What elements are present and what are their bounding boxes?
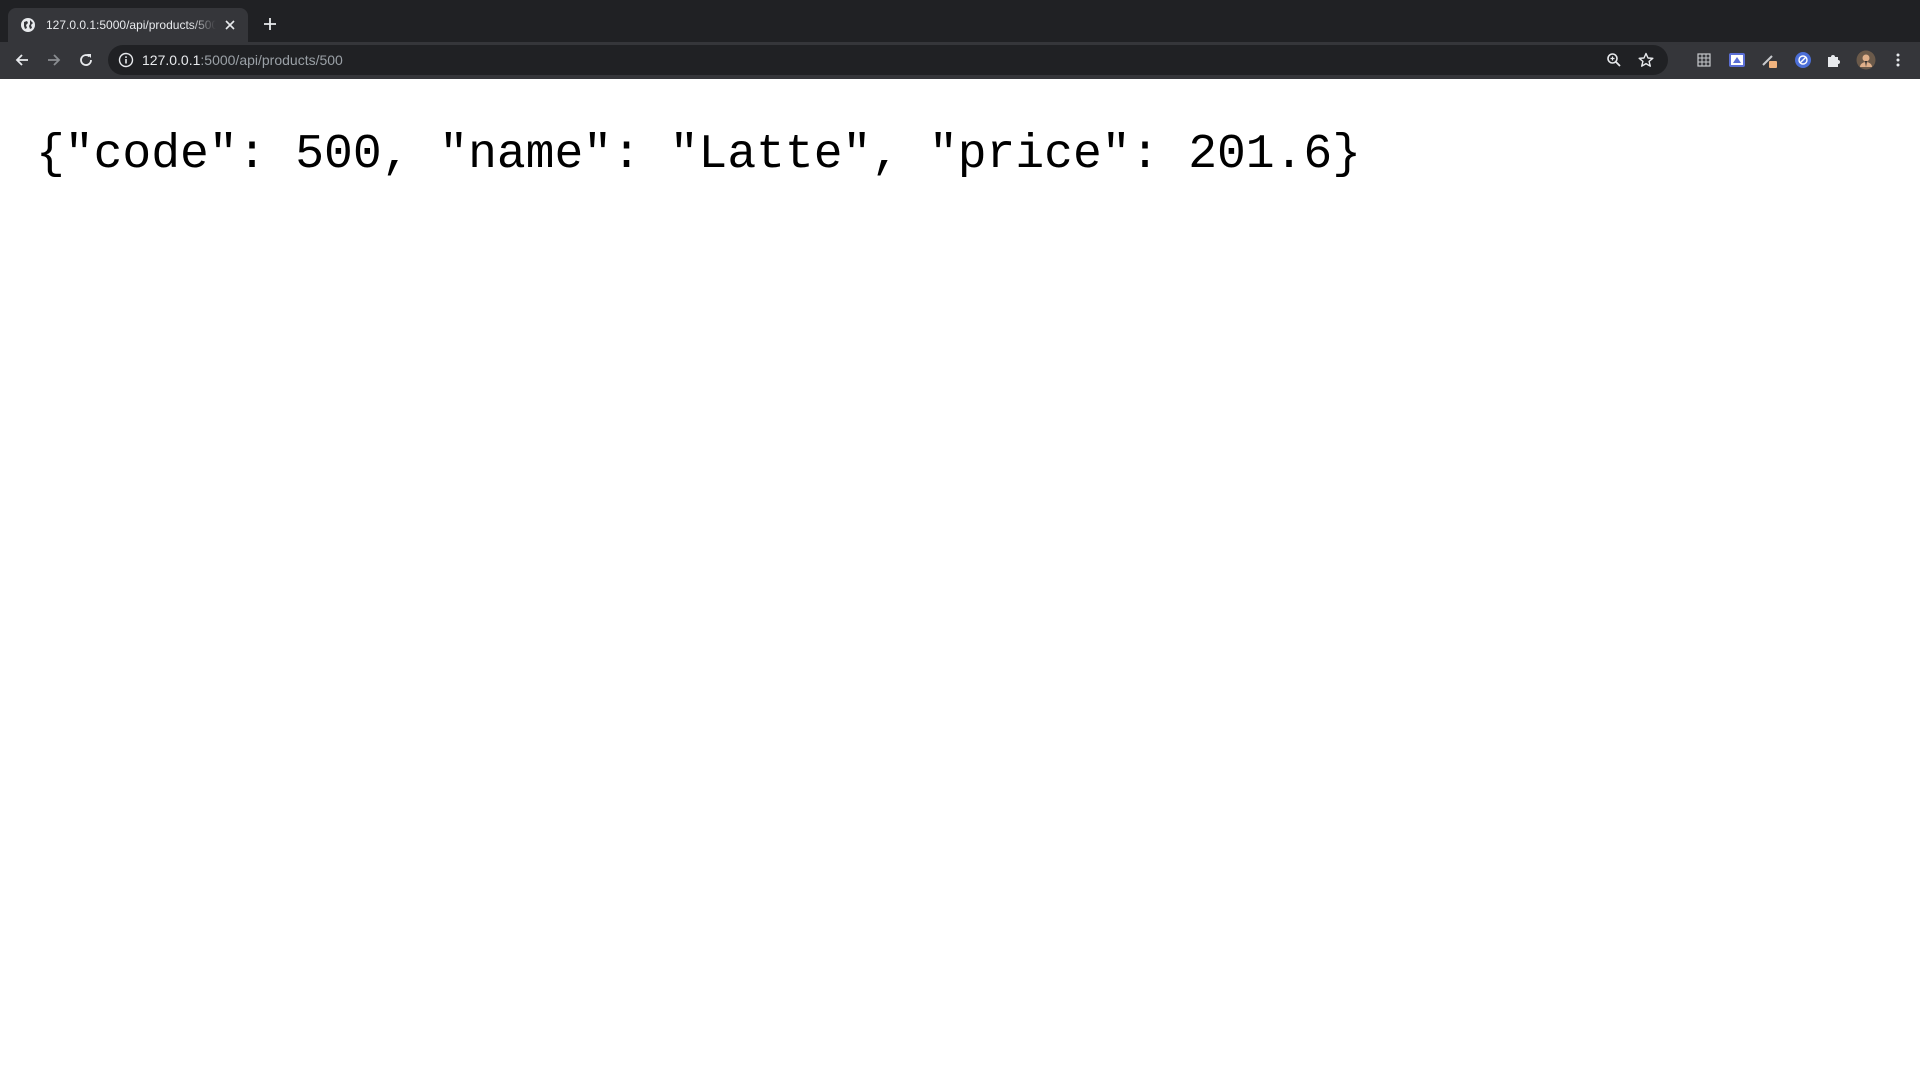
new-tab-button[interactable] xyxy=(258,12,282,36)
tab-strip: 127.0.0.1:5000/api/products/500 xyxy=(0,0,1920,42)
active-tab[interactable]: 127.0.0.1:5000/api/products/500 xyxy=(8,8,248,42)
pencil-icon[interactable] xyxy=(1758,48,1782,72)
puzzle-icon[interactable] xyxy=(1822,48,1846,72)
star-icon[interactable] xyxy=(1634,48,1658,72)
reload-icon xyxy=(80,54,92,66)
kebab-menu-icon[interactable] xyxy=(1886,48,1910,72)
screen-capture-icon[interactable] xyxy=(1725,48,1749,72)
url-path: :5000/api/products/500 xyxy=(200,52,343,68)
tab-title: 127.0.0.1:5000/api/products/500 xyxy=(46,18,216,32)
info-icon[interactable] xyxy=(118,52,134,68)
forward-arrow-icon xyxy=(48,54,61,66)
address-bar[interactable]: 127.0.0.1:5000/api/products/500 xyxy=(108,45,1668,75)
back-arrow-icon xyxy=(15,54,28,66)
page-content: {"code": 500, "name": "Latte", "price": … xyxy=(0,79,1920,1080)
close-icon[interactable] xyxy=(220,15,240,35)
forward-button[interactable] xyxy=(40,46,68,74)
browser-toolbar: 127.0.0.1:5000/api/products/500 xyxy=(0,42,1920,121)
blocker-icon[interactable] xyxy=(1791,48,1815,72)
browser-chrome: 127.0.0.1:5000/api/products/500 127.0.0.… xyxy=(0,0,1920,121)
json-response-body: {"code": 500, "name": "Latte", "price": … xyxy=(36,128,1362,182)
globe-icon xyxy=(21,18,35,32)
reload-button[interactable] xyxy=(72,46,100,74)
url-host: 127.0.0.1 xyxy=(142,52,201,68)
zoom-icon[interactable] xyxy=(1602,48,1626,72)
avatar-icon[interactable] xyxy=(1854,48,1878,72)
back-button[interactable] xyxy=(8,46,36,74)
plus-icon xyxy=(264,18,276,30)
grid-icon[interactable] xyxy=(1692,48,1716,72)
